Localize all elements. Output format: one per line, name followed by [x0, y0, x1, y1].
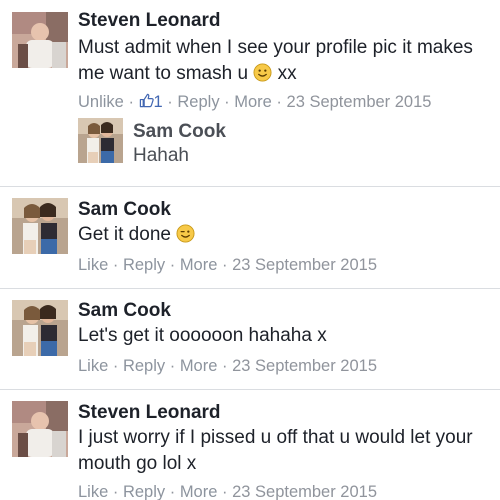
separator: ·: [217, 256, 233, 274]
separator: ·: [123, 93, 139, 111]
comment-date[interactable]: 23 September 2015: [232, 357, 377, 375]
smile-emoji-icon: [253, 63, 272, 82]
separator: ·: [165, 256, 180, 274]
comment-author[interactable]: Steven Leonard: [78, 402, 221, 424]
reply-link[interactable]: Reply: [177, 93, 219, 111]
separator: ·: [271, 93, 287, 111]
separator: ·: [108, 256, 123, 274]
thumbs-up-icon: [139, 93, 154, 108]
avatar-steven[interactable]: [12, 12, 68, 68]
comment-author[interactable]: Steven Leonard: [78, 10, 221, 32]
comment-text: Must admit when I see your profile pic i…: [78, 35, 493, 87]
reply-link[interactable]: Reply: [123, 357, 165, 375]
like-link[interactable]: Like: [78, 256, 108, 274]
unlike-link[interactable]: Unlike: [78, 93, 124, 111]
comment-text: Get it done: [78, 222, 493, 248]
comment-actions: Like · Reply · More · 23 September 2015: [78, 357, 377, 376]
comments-thread: Steven Leonard Must admit when I see you…: [0, 0, 500, 500]
more-link[interactable]: More: [180, 256, 218, 274]
comment-author[interactable]: Sam Cook: [78, 199, 171, 221]
more-link[interactable]: More: [180, 357, 218, 375]
comment-actions: Like · Reply · More · 23 September 2015: [78, 483, 377, 500]
separator: ·: [217, 357, 233, 375]
divider: [0, 288, 500, 289]
avatar-sam[interactable]: [12, 300, 68, 356]
comment-actions: Unlike · 1 · Reply · More · 23 September…: [78, 93, 431, 112]
more-link[interactable]: More: [234, 93, 272, 111]
reply-link[interactable]: Reply: [123, 483, 165, 500]
divider: [0, 389, 500, 390]
comment-text-part: Get it done: [78, 224, 177, 245]
comment-actions: Like · Reply · More · 23 September 2015: [78, 256, 377, 275]
comment-date[interactable]: 23 September 2015: [232, 483, 377, 500]
comment-date[interactable]: 23 September 2015: [232, 256, 377, 274]
separator: ·: [108, 483, 123, 500]
divider: [0, 186, 500, 187]
comment-text: Let's get it oooooon hahaha x: [78, 325, 327, 346]
separator: ·: [219, 93, 235, 111]
reply-link[interactable]: Reply: [123, 256, 165, 274]
separator: ·: [162, 93, 178, 111]
comment-date[interactable]: 23 September 2015: [287, 93, 432, 111]
like-link[interactable]: Like: [78, 357, 108, 375]
reply-text: Hahah: [133, 145, 189, 166]
comment-text: I just worry if I pissed u off that u wo…: [78, 427, 473, 474]
avatar-steven[interactable]: [12, 401, 68, 457]
comment-author[interactable]: Sam Cook: [78, 300, 171, 322]
separator: ·: [165, 483, 180, 500]
more-link[interactable]: More: [180, 483, 218, 500]
separator: ·: [217, 483, 233, 500]
like-count[interactable]: 1: [154, 93, 163, 111]
separator: ·: [108, 357, 123, 375]
like-link[interactable]: Like: [78, 483, 108, 500]
wink-emoji-icon: [176, 224, 195, 243]
comment-text-part: xx: [272, 63, 297, 84]
reply-author[interactable]: Sam Cook: [133, 121, 226, 143]
avatar-sam[interactable]: [12, 198, 68, 254]
avatar-sam[interactable]: [78, 118, 123, 163]
separator: ·: [165, 357, 180, 375]
